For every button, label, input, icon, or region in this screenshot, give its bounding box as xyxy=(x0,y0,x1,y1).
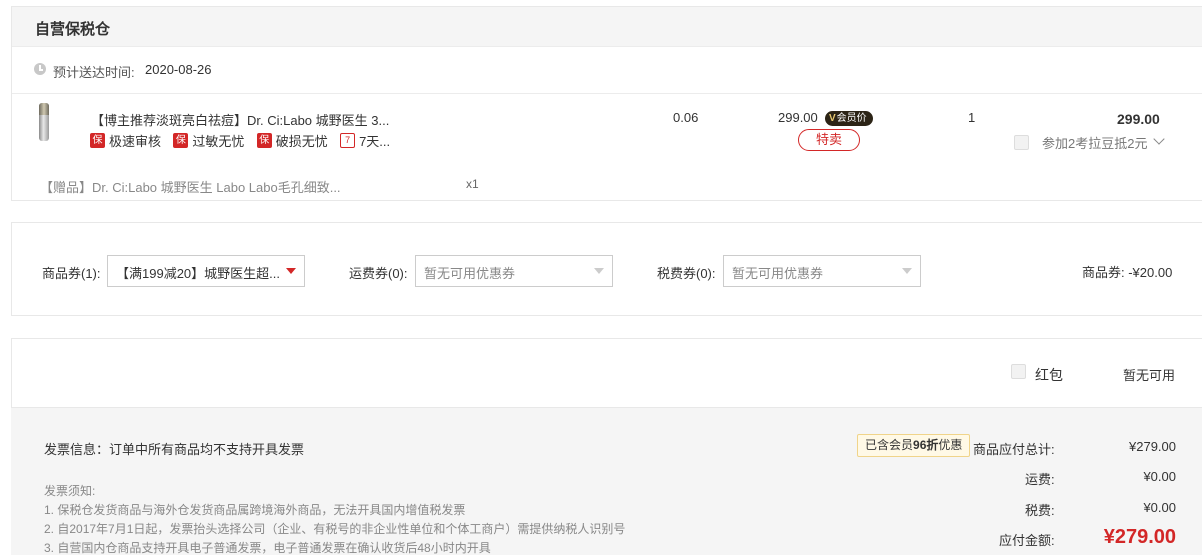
tag-damage: 保破损无忧 xyxy=(256,131,328,150)
gift-quantity: x1 xyxy=(466,177,479,191)
red-packet-checkbox[interactable] xyxy=(1011,364,1026,379)
tax-value: 0.06 xyxy=(673,110,699,125)
subtotal-value: 299.00 xyxy=(1117,111,1160,127)
tax-fee-value: ¥0.00 xyxy=(1143,500,1176,515)
guarantee-icon: 保 xyxy=(173,133,189,148)
vip-discount-tag: 已含会员96折优惠 xyxy=(857,434,971,457)
product-name[interactable]: 【博主推荐淡斑亮白祛痘】Dr. Ci:Labo 城野医生 3... xyxy=(91,110,389,129)
calendar-icon: 7 xyxy=(340,133,356,148)
service-tags: 保极速审核 保过敏无忧 保破损无忧 7 7天... xyxy=(90,131,399,149)
special-sale-label: 特卖 xyxy=(798,129,860,151)
red-packet-label[interactable]: 红包 xyxy=(1035,365,1063,385)
payable-label: 应付金额: xyxy=(999,533,1055,548)
delivery-date: 2020-08-26 xyxy=(145,62,212,77)
goods-total-value: ¥279.00 xyxy=(1129,439,1176,454)
quantity-value: 1 xyxy=(968,110,976,125)
tag-allergy: 保过敏无忧 xyxy=(173,131,244,150)
invoice-info: 发票信息：订单中所有商品均不支持开具发票 xyxy=(44,442,305,457)
koala-bean-label[interactable]: 参加2考拉豆抵2元 xyxy=(1042,133,1147,152)
tag-fast-review: 保极速审核 xyxy=(90,131,161,150)
tax-coupon-select[interactable]: 暂无可用优惠券 xyxy=(723,255,921,287)
shipping-fee-label: 运费: xyxy=(1025,472,1055,487)
goods-coupon-summary: 商品券: -¥20.00 xyxy=(1082,265,1173,280)
goods-coupon-label: 商品券(1): xyxy=(42,266,101,281)
shipping-coupon-label: 运费券(0): xyxy=(349,266,408,281)
dropdown-arrow-icon[interactable] xyxy=(286,268,296,274)
guarantee-icon: 保 xyxy=(90,133,105,148)
unit-price: 299.00 xyxy=(778,110,818,125)
shipping-coupon-select[interactable]: 暂无可用优惠券 xyxy=(415,255,613,287)
delivery-label: 预计送达时间: xyxy=(53,65,135,80)
invoice-notice-1: 1. 保税仓发货商品与海外仓发货商品属跨境海外商品，无法开具国内增值税发票 xyxy=(44,503,466,517)
dropdown-arrow-icon[interactable] xyxy=(902,268,912,274)
shipping-fee-value: ¥0.00 xyxy=(1143,469,1176,484)
invoice-notice-2: 2. 自2017年7月1日起，发票抬头选择公司（企业、有税号的非企业性单位和个体… xyxy=(44,522,626,536)
invoice-notice-title: 发票须知: xyxy=(44,484,96,498)
payable-amount: ¥279.00 xyxy=(1103,526,1176,548)
tax-fee-label: 税费: xyxy=(1025,503,1055,518)
warehouse-header: 自营保税仓 xyxy=(12,7,1202,47)
tag-7day-return: 7 7天... xyxy=(340,131,390,150)
invoice-notice-3: 3. 自营国内仓商品支持开具电子普通发票，电子普通发票在确认收货后48小时内开具 xyxy=(44,541,491,555)
tax-coupon-label: 税费券(0): xyxy=(657,266,716,281)
gift-item[interactable]: 【赠品】Dr. Ci:Labo 城野医生 Labo Labo毛孔细致... xyxy=(40,177,341,196)
goods-coupon-select[interactable]: 【满199减20】城野医生超... xyxy=(107,255,305,287)
guarantee-icon: 保 xyxy=(256,133,272,148)
goods-total-label: 商品应付总计: xyxy=(973,442,1055,457)
vip-v-icon: V xyxy=(829,113,836,124)
dropdown-arrow-icon[interactable] xyxy=(594,268,604,274)
koala-bean-checkbox[interactable] xyxy=(1014,135,1029,150)
red-packet-status: 暂无可用 xyxy=(1123,368,1176,383)
warehouse-title: 自营保税仓 xyxy=(35,21,111,38)
clock-icon xyxy=(34,63,46,75)
member-price-badge: V会员价 xyxy=(825,111,873,126)
warehouse-card: 自营保税仓 xyxy=(11,6,1202,201)
product-thumbnail[interactable] xyxy=(36,103,52,141)
